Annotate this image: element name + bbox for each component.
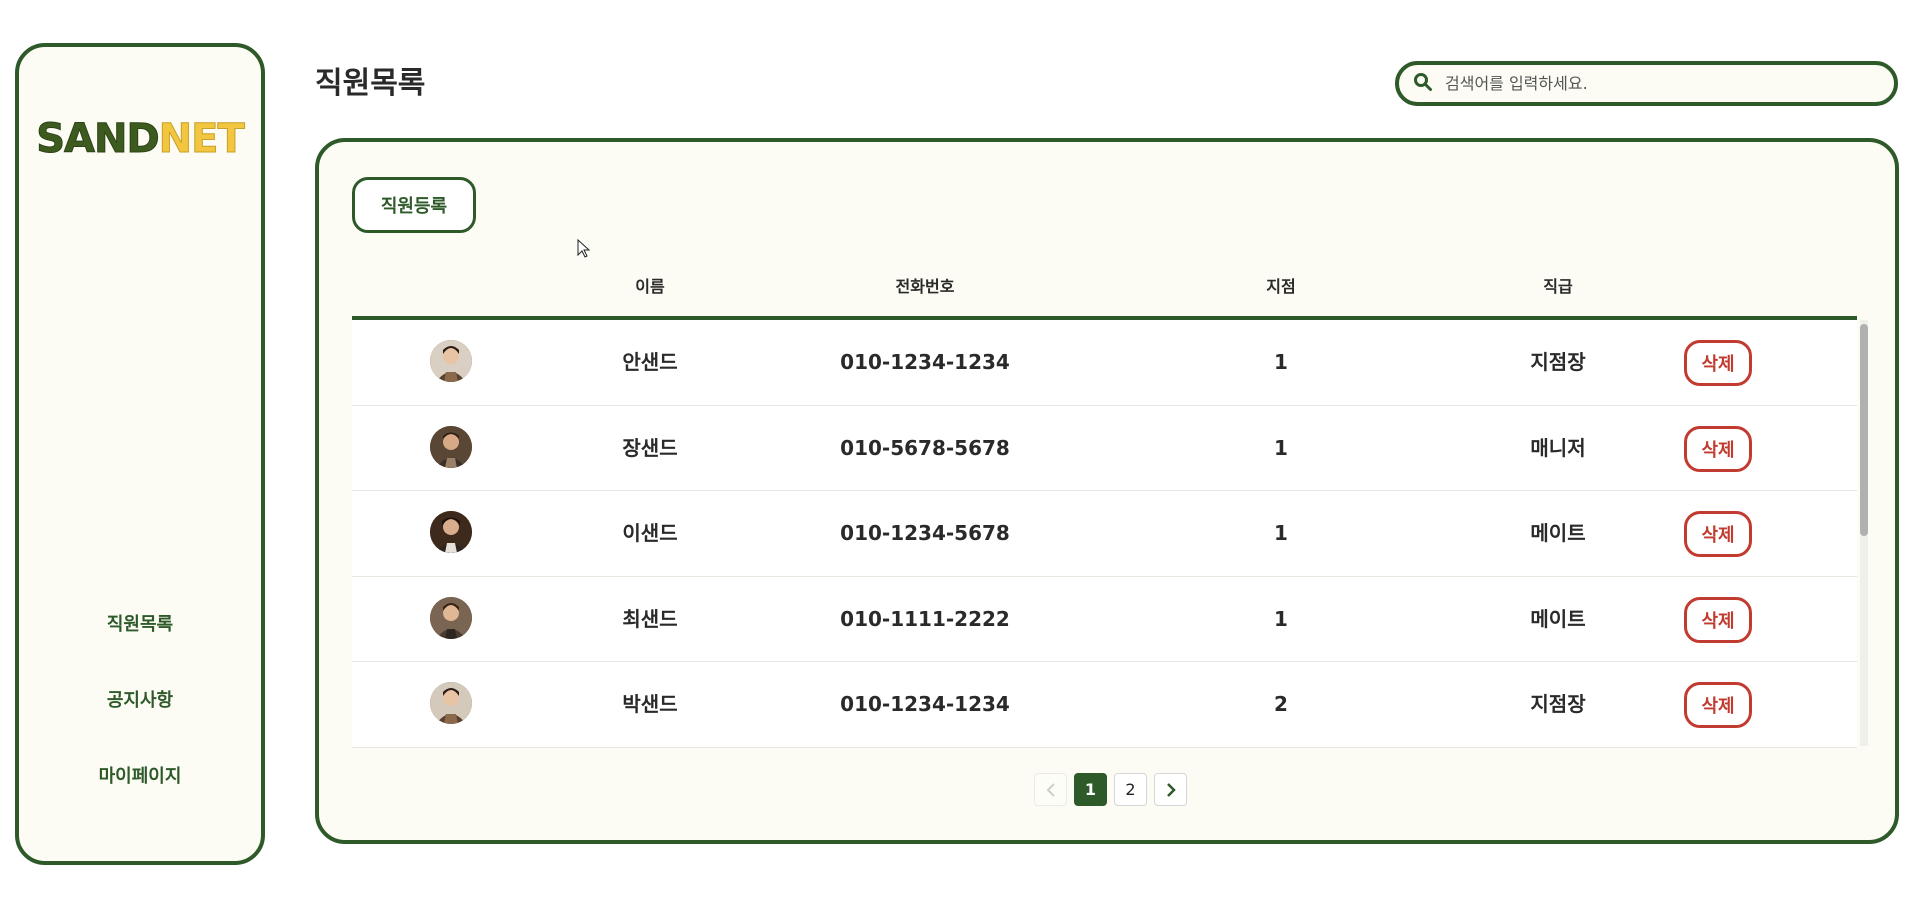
employee-rank: 매니저 — [1530, 435, 1586, 460]
logo-text-net: NET — [158, 116, 245, 162]
employee-rank: 지점장 — [1530, 350, 1586, 374]
delete-button[interactable]: 삭제 — [1684, 682, 1752, 728]
logo-text-sand: SAND — [36, 116, 160, 162]
table-row[interactable]: 박샌드 010-1234-1234 2 지점장 삭제 — [352, 662, 1857, 748]
avatar — [430, 511, 472, 553]
avatar — [430, 596, 472, 639]
prev-page-button[interactable] — [1034, 773, 1067, 806]
employee-name: 이샌드 — [622, 521, 678, 545]
delete-button[interactable]: 삭제 — [1684, 340, 1752, 386]
employee-name: 장샌드 — [622, 435, 678, 460]
employee-table: 이름 전화번호 지점 직급 안샌드 010-1234-1234 1 지점장 삭제 — [352, 258, 1857, 750]
chevron-left-icon — [1046, 782, 1055, 797]
table-row[interactable]: 최샌드 010-1111-2222 1 메이트 삭제 — [352, 576, 1857, 662]
scrollbar-thumb[interactable] — [1860, 324, 1868, 536]
employee-phone: 010-1234-5678 — [840, 521, 1010, 545]
delete-button[interactable]: 삭제 — [1684, 425, 1752, 472]
sidebar: SANDNET 직원목록 공지사항 마이페이지 — [15, 43, 265, 865]
search-bar[interactable] — [1395, 61, 1898, 106]
employee-phone: 010-1234-1234 — [840, 350, 1010, 374]
employee-branch: 1 — [1274, 521, 1288, 545]
delete-button[interactable]: 삭제 — [1684, 511, 1752, 557]
employee-phone: 010-1111-2222 — [840, 606, 1010, 631]
search-input[interactable] — [1443, 73, 1883, 94]
employee-name: 박샌드 — [622, 692, 678, 716]
table-scrollbar[interactable] — [1860, 320, 1868, 746]
table-row[interactable]: 안샌드 010-1234-1234 1 지점장 삭제 — [352, 320, 1857, 406]
search-icon — [1413, 72, 1433, 96]
table-row[interactable]: 이샌드 010-1234-5678 1 메이트 삭제 — [352, 491, 1857, 577]
column-header-name: 이름 — [635, 277, 665, 296]
column-header-phone: 전화번호 — [895, 277, 955, 296]
employee-phone: 010-1234-1234 — [840, 692, 1010, 716]
chevron-right-icon — [1166, 782, 1176, 797]
employee-rank: 지점장 — [1530, 692, 1586, 716]
employee-branch: 1 — [1274, 435, 1288, 460]
delete-button[interactable]: 삭제 — [1684, 596, 1752, 643]
table-header: 이름 전화번호 지점 직급 — [352, 258, 1857, 320]
employee-name: 안샌드 — [622, 350, 678, 374]
mouse-cursor-icon — [577, 238, 591, 263]
column-header-branch: 지점 — [1266, 277, 1296, 296]
avatar — [430, 682, 472, 724]
employee-phone: 010-5678-5678 — [840, 435, 1010, 460]
employee-list-card: 직원등록 이름 전화번호 지점 직급 안샌드 010-1234-1234 1 지… — [315, 138, 1899, 844]
column-header-rank: 직급 — [1543, 277, 1573, 296]
sandnet-logo[interactable]: SANDNET — [19, 116, 261, 162]
page-button-1[interactable]: 1 — [1074, 773, 1107, 806]
page-button-2[interactable]: 2 — [1114, 773, 1147, 806]
avatar — [430, 425, 472, 468]
sidebar-nav: 직원목록 공지사항 마이페이지 — [19, 587, 261, 815]
employee-branch: 1 — [1274, 606, 1288, 631]
employee-branch: 2 — [1274, 692, 1288, 716]
employee-branch: 1 — [1274, 350, 1288, 374]
employee-rank: 메이트 — [1530, 606, 1586, 631]
table-row[interactable]: 장샌드 010-5678-5678 1 매니저 삭제 — [352, 405, 1857, 491]
register-employee-button[interactable]: 직원등록 — [352, 177, 476, 233]
pagination: 1 2 — [1034, 773, 1187, 806]
sidebar-item-notices[interactable]: 공지사항 — [19, 663, 261, 739]
page-title: 직원목록 — [315, 66, 426, 101]
avatar — [430, 340, 472, 382]
sidebar-item-mypage[interactable]: 마이페이지 — [19, 739, 261, 815]
table-body: 안샌드 010-1234-1234 1 지점장 삭제 장샌드 010-5678-… — [352, 320, 1857, 750]
employee-rank: 메이트 — [1530, 521, 1586, 545]
next-page-button[interactable] — [1154, 773, 1187, 806]
sidebar-item-employee-list[interactable]: 직원목록 — [19, 587, 261, 663]
employee-name: 최샌드 — [622, 606, 678, 631]
